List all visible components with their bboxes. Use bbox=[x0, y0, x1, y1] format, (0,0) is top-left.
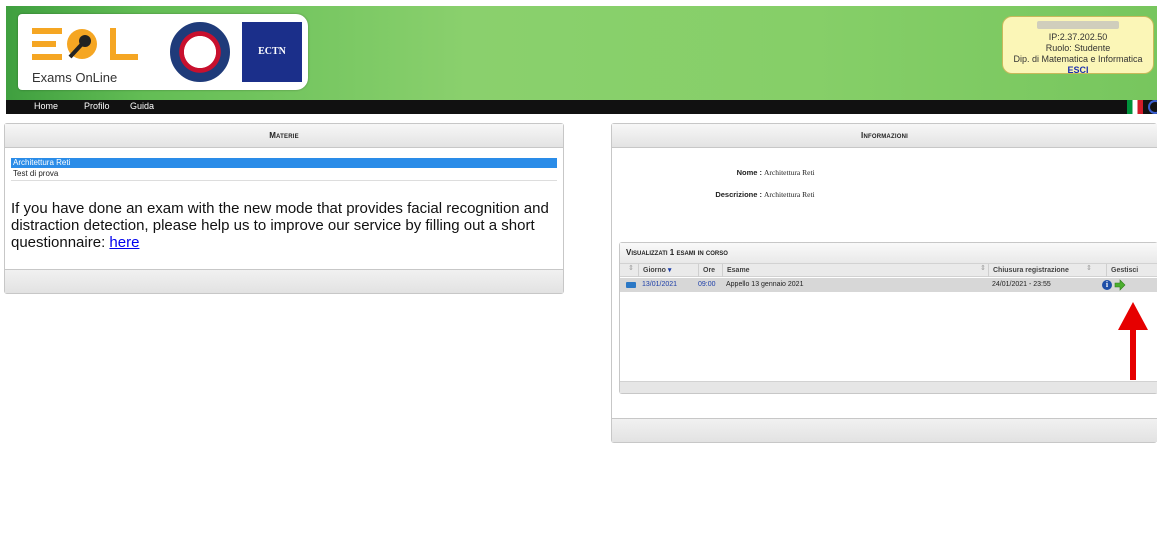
menu-home[interactable]: Home bbox=[34, 101, 58, 111]
col-header-day[interactable]: Giorno ▾ bbox=[638, 264, 698, 277]
name-label: Nome : bbox=[736, 168, 762, 177]
eol-logo bbox=[32, 28, 138, 60]
col-header-time[interactable]: Ore bbox=[698, 264, 722, 277]
description-label: Descrizione : bbox=[715, 190, 762, 199]
user-info-box: IP:2.37.202.50 Ruolo: Studente Dip. di M… bbox=[1002, 16, 1154, 76]
subject-item-architettura-reti[interactable]: Architettura Reti bbox=[11, 158, 557, 168]
info-footer bbox=[612, 418, 1157, 442]
cell-day: 13/01/2021 bbox=[642, 281, 678, 288]
ectn-logo: ECTN bbox=[242, 22, 302, 82]
exams-grid-header: ⇕ Giorno ▾ Ore Esame ⇕ Chiusura registra… bbox=[620, 263, 1157, 277]
exam-row-icon bbox=[626, 282, 636, 288]
menu-profile[interactable]: Profilo bbox=[84, 101, 110, 111]
cell-time: 09:00 bbox=[698, 281, 716, 288]
survey-notice-text: If you have done an exam with the new mo… bbox=[11, 200, 549, 251]
col-header-closing[interactable]: Chiusura registrazione bbox=[988, 264, 1094, 277]
exams-grid-footer bbox=[620, 381, 1157, 393]
sort-desc-icon: ▾ bbox=[667, 267, 672, 274]
survey-link[interactable]: here bbox=[109, 234, 139, 251]
col-header-manage[interactable]: Gestisci bbox=[1106, 264, 1157, 277]
sort-icon[interactable]: ⇕ bbox=[1086, 264, 1092, 272]
list-divider bbox=[11, 180, 557, 181]
subjects-title: Materie bbox=[5, 124, 563, 148]
italian-flag-icon[interactable] bbox=[1127, 100, 1143, 114]
logo-tagline: Exams OnLine bbox=[32, 70, 118, 85]
university-seal-icon bbox=[170, 22, 230, 82]
subjects-footer bbox=[5, 269, 563, 293]
cell-closing: 24/01/2021 - 23:55 bbox=[992, 281, 1051, 288]
red-annotation-arrow-icon bbox=[1118, 302, 1148, 380]
info-title: Informazioni bbox=[612, 124, 1157, 148]
sort-icon[interactable]: ⇕ bbox=[980, 264, 986, 272]
user-ip: IP:2.37.202.50 bbox=[1048, 32, 1108, 42]
col-header-exam[interactable]: Esame bbox=[722, 264, 988, 277]
col-day-label: Giorno bbox=[643, 267, 666, 274]
info-icon[interactable]: i bbox=[1102, 280, 1112, 290]
user-role: Ruolo: Studente bbox=[1045, 43, 1111, 53]
survey-notice: If you have done an exam with the new mo… bbox=[11, 200, 559, 251]
table-row[interactable]: 13/01/2021 09:00 Appello 13 gennaio 2021… bbox=[620, 278, 1157, 292]
header-banner: Exams OnLine ECTN IP:2.37.202.50 Ruolo: … bbox=[6, 6, 1157, 100]
exams-grid-caption: Visualizzati 1 esami in corso bbox=[620, 243, 1157, 263]
globe-icon[interactable] bbox=[1148, 100, 1157, 114]
cell-exam: Appello 13 gennaio 2021 bbox=[726, 281, 804, 288]
info-panel: Informazioni Nome : Architettura Reti De… bbox=[611, 123, 1157, 443]
logo-panel: Exams OnLine ECTN bbox=[18, 14, 308, 90]
user-department: Dip. di Matematica e Informatica bbox=[1013, 54, 1143, 64]
name-value: Architettura Reti bbox=[764, 168, 815, 177]
menu-guide[interactable]: Guida bbox=[130, 101, 154, 111]
subjects-panel: Materie Architettura Reti Test di prova … bbox=[4, 123, 564, 294]
subject-item-test-di-prova[interactable]: Test di prova bbox=[11, 169, 557, 179]
sort-icon[interactable]: ⇕ bbox=[628, 264, 634, 272]
description-value: Architettura Reti bbox=[764, 190, 815, 199]
blurred-username bbox=[1037, 21, 1119, 29]
exams-grid: Visualizzati 1 esami in corso ⇕ Giorno ▾… bbox=[619, 242, 1157, 394]
menu-bar: Home Profilo Guida bbox=[6, 100, 1157, 114]
ectn-label: ECTN bbox=[258, 46, 286, 57]
enter-exam-arrow-icon[interactable] bbox=[1114, 279, 1126, 291]
logout-link[interactable]: ESCI bbox=[1003, 65, 1153, 76]
